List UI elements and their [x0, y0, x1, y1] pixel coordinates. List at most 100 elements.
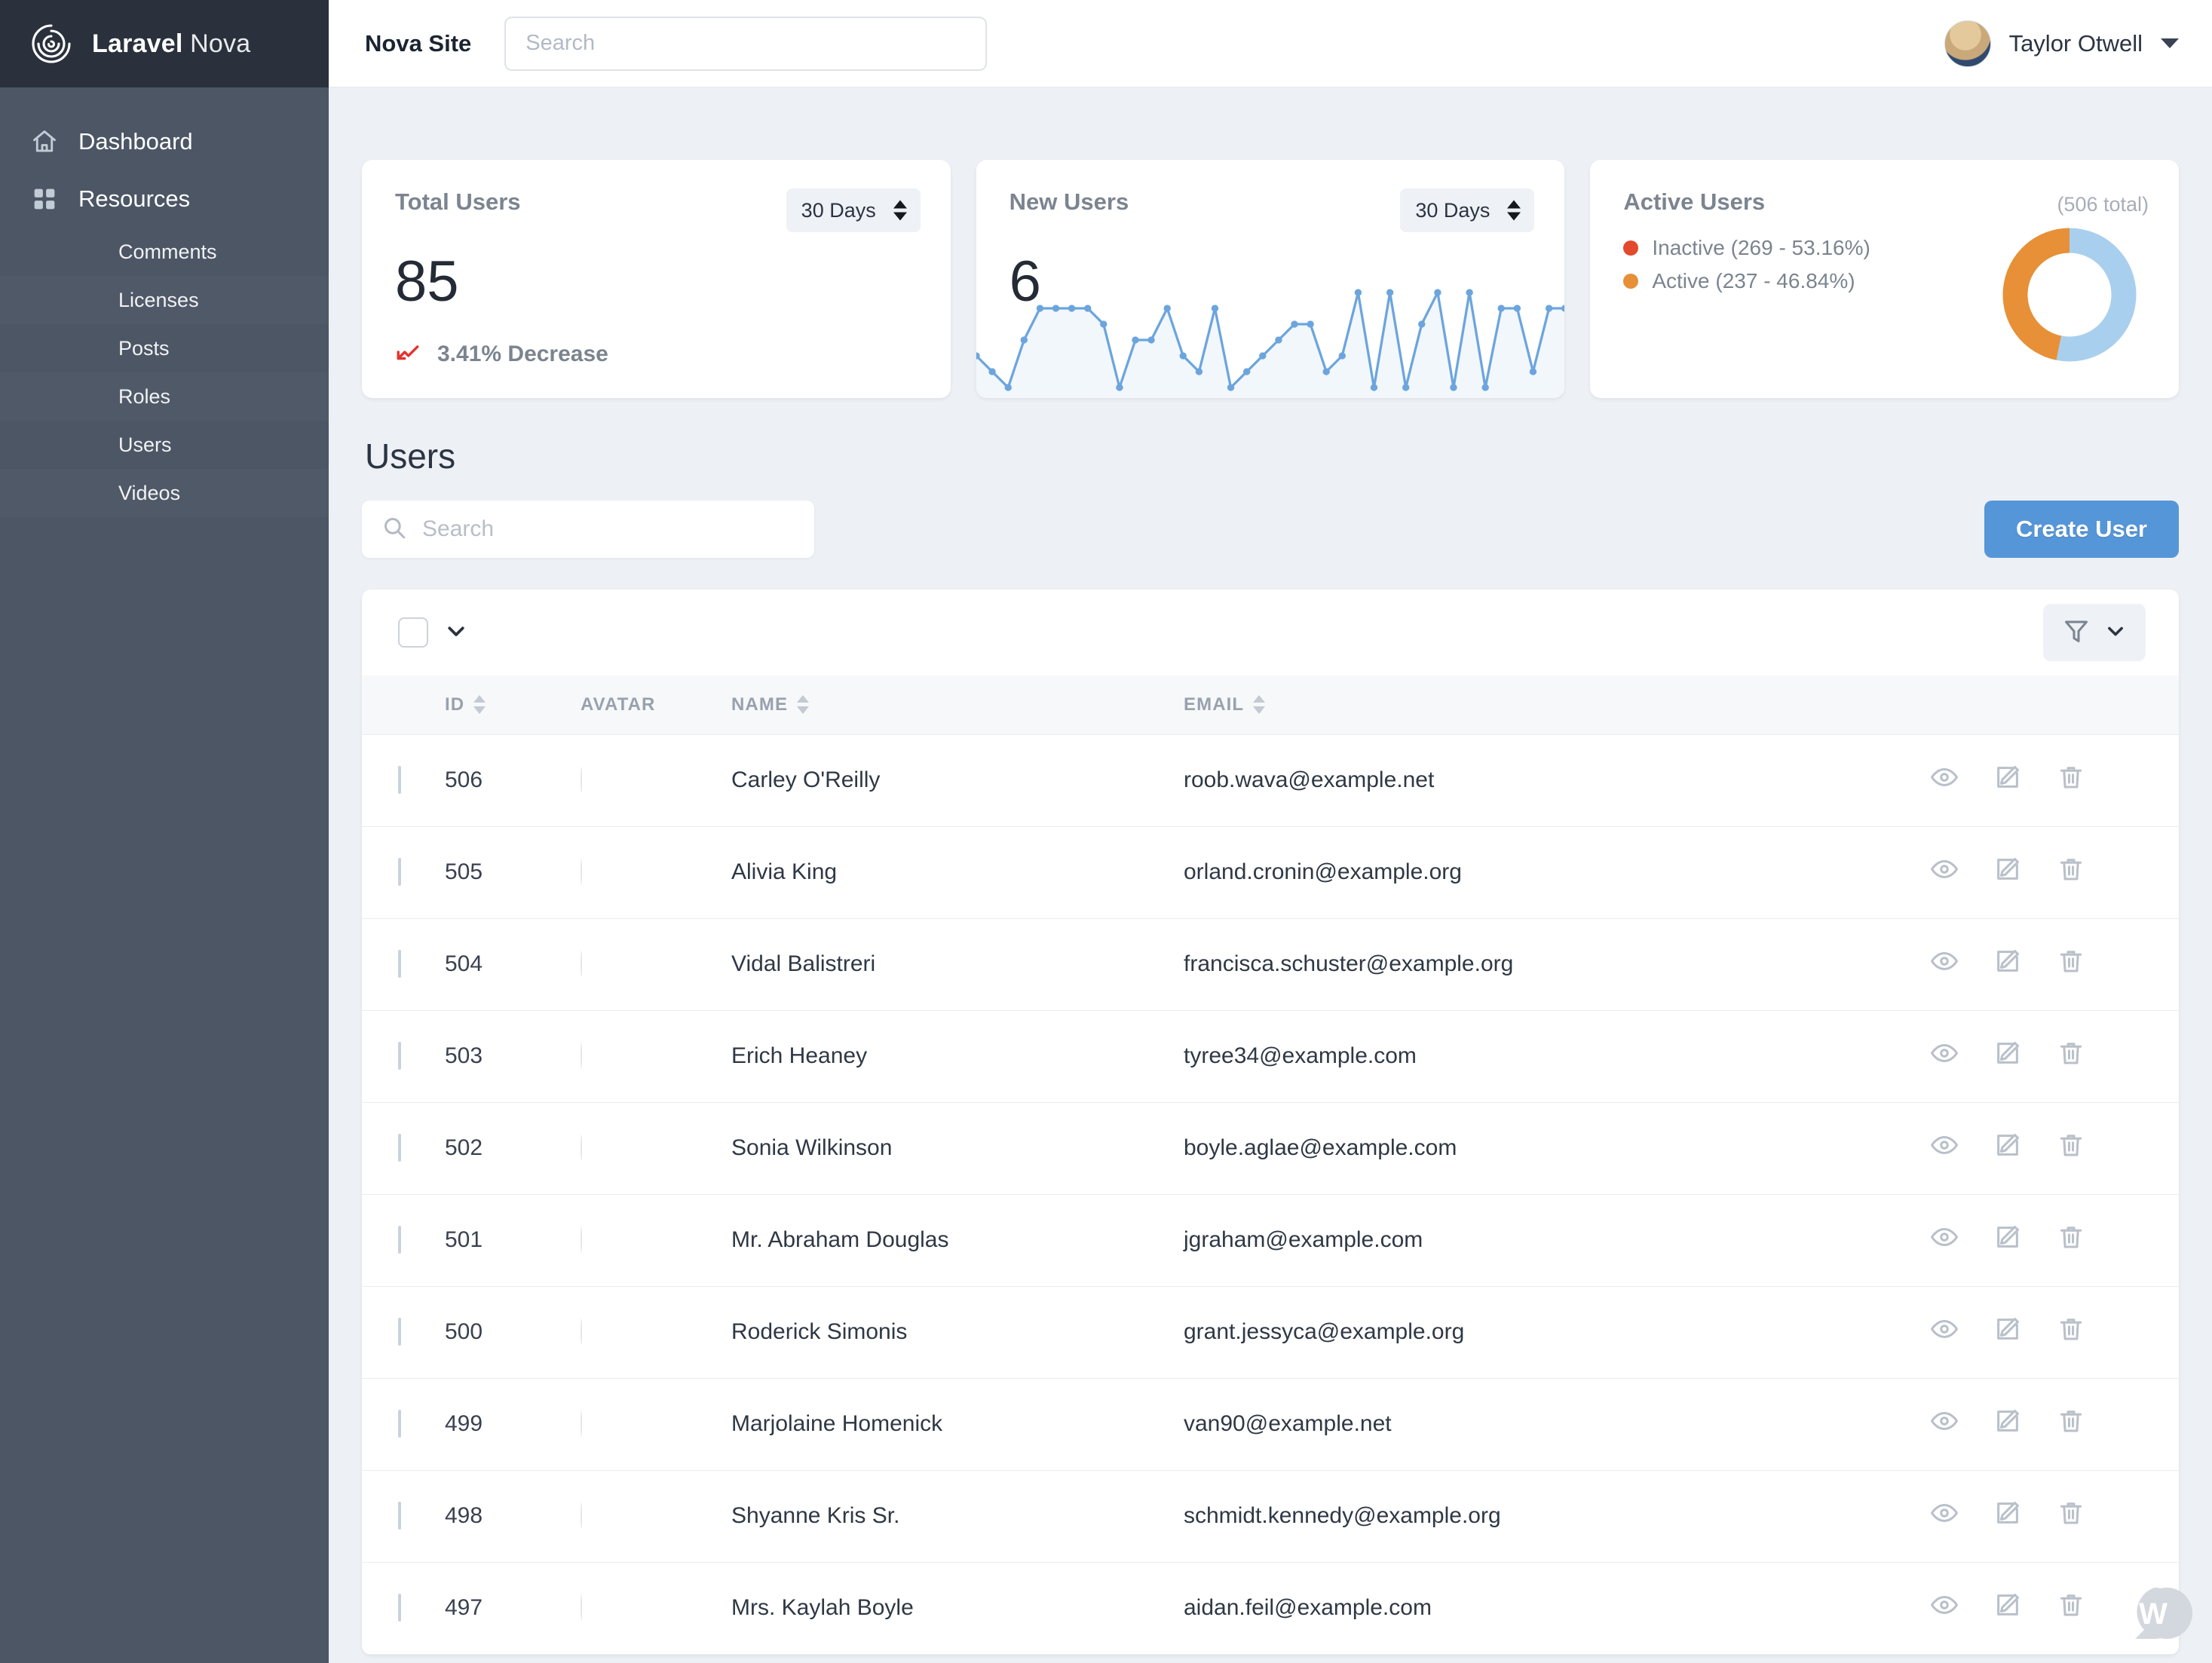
select-all-checkbox[interactable] [398, 617, 428, 648]
view-icon[interactable] [1930, 1039, 1959, 1073]
user-menu[interactable]: Taylor Otwell [1944, 20, 2179, 67]
filter-button[interactable] [2043, 604, 2146, 661]
total-users-trend-label: 3.41% Decrease [437, 341, 608, 366]
edit-icon[interactable] [1993, 1407, 2022, 1441]
sidebar-item-roles[interactable]: Roles [0, 372, 329, 421]
table-row[interactable]: 502 Sonia Wilkinson boyle.aglae@example.co… [362, 1102, 2179, 1195]
th-avatar-label: AVATAR [581, 694, 656, 715]
table-row[interactable]: 501 Mr. Abraham Douglas jgraham@example.co… [362, 1194, 2179, 1287]
row-checkbox[interactable] [398, 1594, 401, 1622]
edit-icon[interactable] [1993, 1591, 2022, 1625]
row-checkbox[interactable] [398, 1318, 401, 1346]
avatar [581, 1594, 582, 1621]
cell-id: 499 [445, 1378, 581, 1471]
view-icon[interactable] [1930, 1223, 1959, 1257]
view-icon[interactable] [1930, 1131, 1959, 1165]
th-name[interactable]: NAME [731, 675, 1184, 735]
row-select-cell [362, 1010, 445, 1103]
cell-actions [1930, 826, 2179, 919]
row-checkbox[interactable] [398, 1410, 401, 1438]
active-users-header: Active Users (506 total) [1590, 160, 2179, 216]
th-id[interactable]: ID [445, 675, 581, 735]
table-toolbar [362, 590, 2179, 675]
row-checkbox[interactable] [398, 766, 401, 794]
delete-icon[interactable] [2057, 947, 2085, 982]
row-select-cell [362, 918, 445, 1011]
chevron-down-icon [2105, 620, 2126, 645]
view-icon[interactable] [1930, 1499, 1959, 1533]
table-row[interactable]: 497 Mrs. Kaylah Boyle aidan.feil@example.c… [362, 1562, 2179, 1655]
cell-avatar [581, 1378, 731, 1471]
row-checkbox[interactable] [398, 1226, 401, 1254]
total-users-title: Total Users [395, 188, 521, 215]
search-input[interactable] [422, 516, 795, 542]
table-row[interactable]: 503 Erich Heaney tyree34@example.com [362, 1010, 2179, 1103]
spiral-logo-icon [30, 23, 72, 65]
th-name-label: NAME [731, 694, 789, 715]
sidebar-item-videos[interactable]: Videos [0, 469, 329, 517]
delete-icon[interactable] [2057, 855, 2085, 890]
row-checkbox[interactable] [398, 1134, 401, 1162]
row-select-cell [362, 826, 445, 919]
row-checkbox[interactable] [398, 858, 401, 886]
chevron-down-icon[interactable] [445, 620, 467, 646]
delete-icon[interactable] [2057, 763, 2085, 798]
sidebar-item-users-label: Users [118, 433, 172, 456]
edit-icon[interactable] [1993, 1039, 2022, 1073]
th-email[interactable]: EMAIL [1184, 675, 1930, 735]
delete-icon[interactable] [2057, 1315, 2085, 1349]
sidebar-item-users[interactable]: Users [0, 421, 329, 469]
table-row[interactable]: 504 Vidal Balistreri francisca.schuster@ex… [362, 918, 2179, 1011]
table-row[interactable]: 499 Marjolaine Homenick van90@example.net [362, 1378, 2179, 1471]
global-search-input[interactable] [504, 16, 988, 71]
view-icon[interactable] [1930, 1407, 1959, 1441]
sidebar-item-dashboard[interactable]: Dashboard [0, 113, 329, 170]
delete-icon[interactable] [2057, 1407, 2085, 1441]
view-icon[interactable] [1930, 855, 1959, 890]
users-table: ID AVATAR NAME EMAIL 506 Carley O'Reilly… [362, 675, 2179, 1655]
edit-icon[interactable] [1993, 763, 2022, 798]
user-menu-label: Taylor Otwell [2008, 29, 2143, 57]
row-select-cell [362, 1470, 445, 1563]
edit-icon[interactable] [1993, 855, 2022, 890]
topbar: Nova Site Taylor Otwell [329, 0, 2212, 87]
view-icon[interactable] [1930, 763, 1959, 798]
view-icon[interactable] [1930, 1591, 1959, 1625]
brand[interactable]: Laravel Nova [0, 0, 329, 87]
row-checkbox[interactable] [398, 1042, 401, 1070]
search-box[interactable] [362, 501, 814, 558]
table-row[interactable]: 505 Alivia King orland.cronin@example.org [362, 826, 2179, 919]
sidebar-item-licenses[interactable]: Licenses [0, 276, 329, 324]
row-checkbox[interactable] [398, 1502, 401, 1530]
edit-icon[interactable] [1993, 1131, 2022, 1165]
sidebar-item-comments[interactable]: Comments [0, 228, 329, 276]
edit-icon[interactable] [1993, 1223, 2022, 1257]
edit-icon[interactable] [1993, 1315, 2022, 1349]
table-row[interactable]: 500 Roderick Simonis grant.jessyca@example… [362, 1286, 2179, 1379]
view-icon[interactable] [1930, 947, 1959, 982]
view-icon[interactable] [1930, 1315, 1959, 1349]
table-row[interactable]: 506 Carley O'Reilly roob.wava@example.net [362, 734, 2179, 827]
row-checkbox[interactable] [398, 950, 401, 978]
sidebar-item-resources[interactable]: Resources [0, 170, 329, 228]
sidebar-item-resources-label: Resources [78, 185, 191, 212]
delete-icon[interactable] [2057, 1039, 2085, 1073]
total-users-range-select[interactable]: 30 Days [786, 188, 921, 232]
cell-email: van90@example.net [1184, 1378, 1930, 1471]
cell-actions [1930, 1562, 2179, 1655]
sidebar-item-licenses-label: Licenses [118, 288, 199, 311]
table-row[interactable]: 498 Shyanne Kris Sr. schmidt.kennedy@examp… [362, 1470, 2179, 1563]
cell-name: Sonia Wilkinson [731, 1102, 1184, 1195]
create-user-button[interactable]: Create User [1984, 501, 2179, 558]
new-users-range-select[interactable]: 30 Days [1400, 188, 1535, 232]
metric-card-new-users: New Users 30 Days 6 [976, 160, 1565, 398]
delete-icon[interactable] [2057, 1131, 2085, 1165]
delete-icon[interactable] [2057, 1499, 2085, 1533]
delete-icon[interactable] [2057, 1591, 2085, 1625]
delete-icon[interactable] [2057, 1223, 2085, 1257]
edit-icon[interactable] [1993, 947, 2022, 982]
sidebar-item-posts[interactable]: Posts [0, 324, 329, 372]
cell-email: francisca.schuster@example.org [1184, 918, 1930, 1011]
sidebar-nav: Dashboard Resources Comments Licenses Po… [0, 87, 329, 517]
edit-icon[interactable] [1993, 1499, 2022, 1533]
